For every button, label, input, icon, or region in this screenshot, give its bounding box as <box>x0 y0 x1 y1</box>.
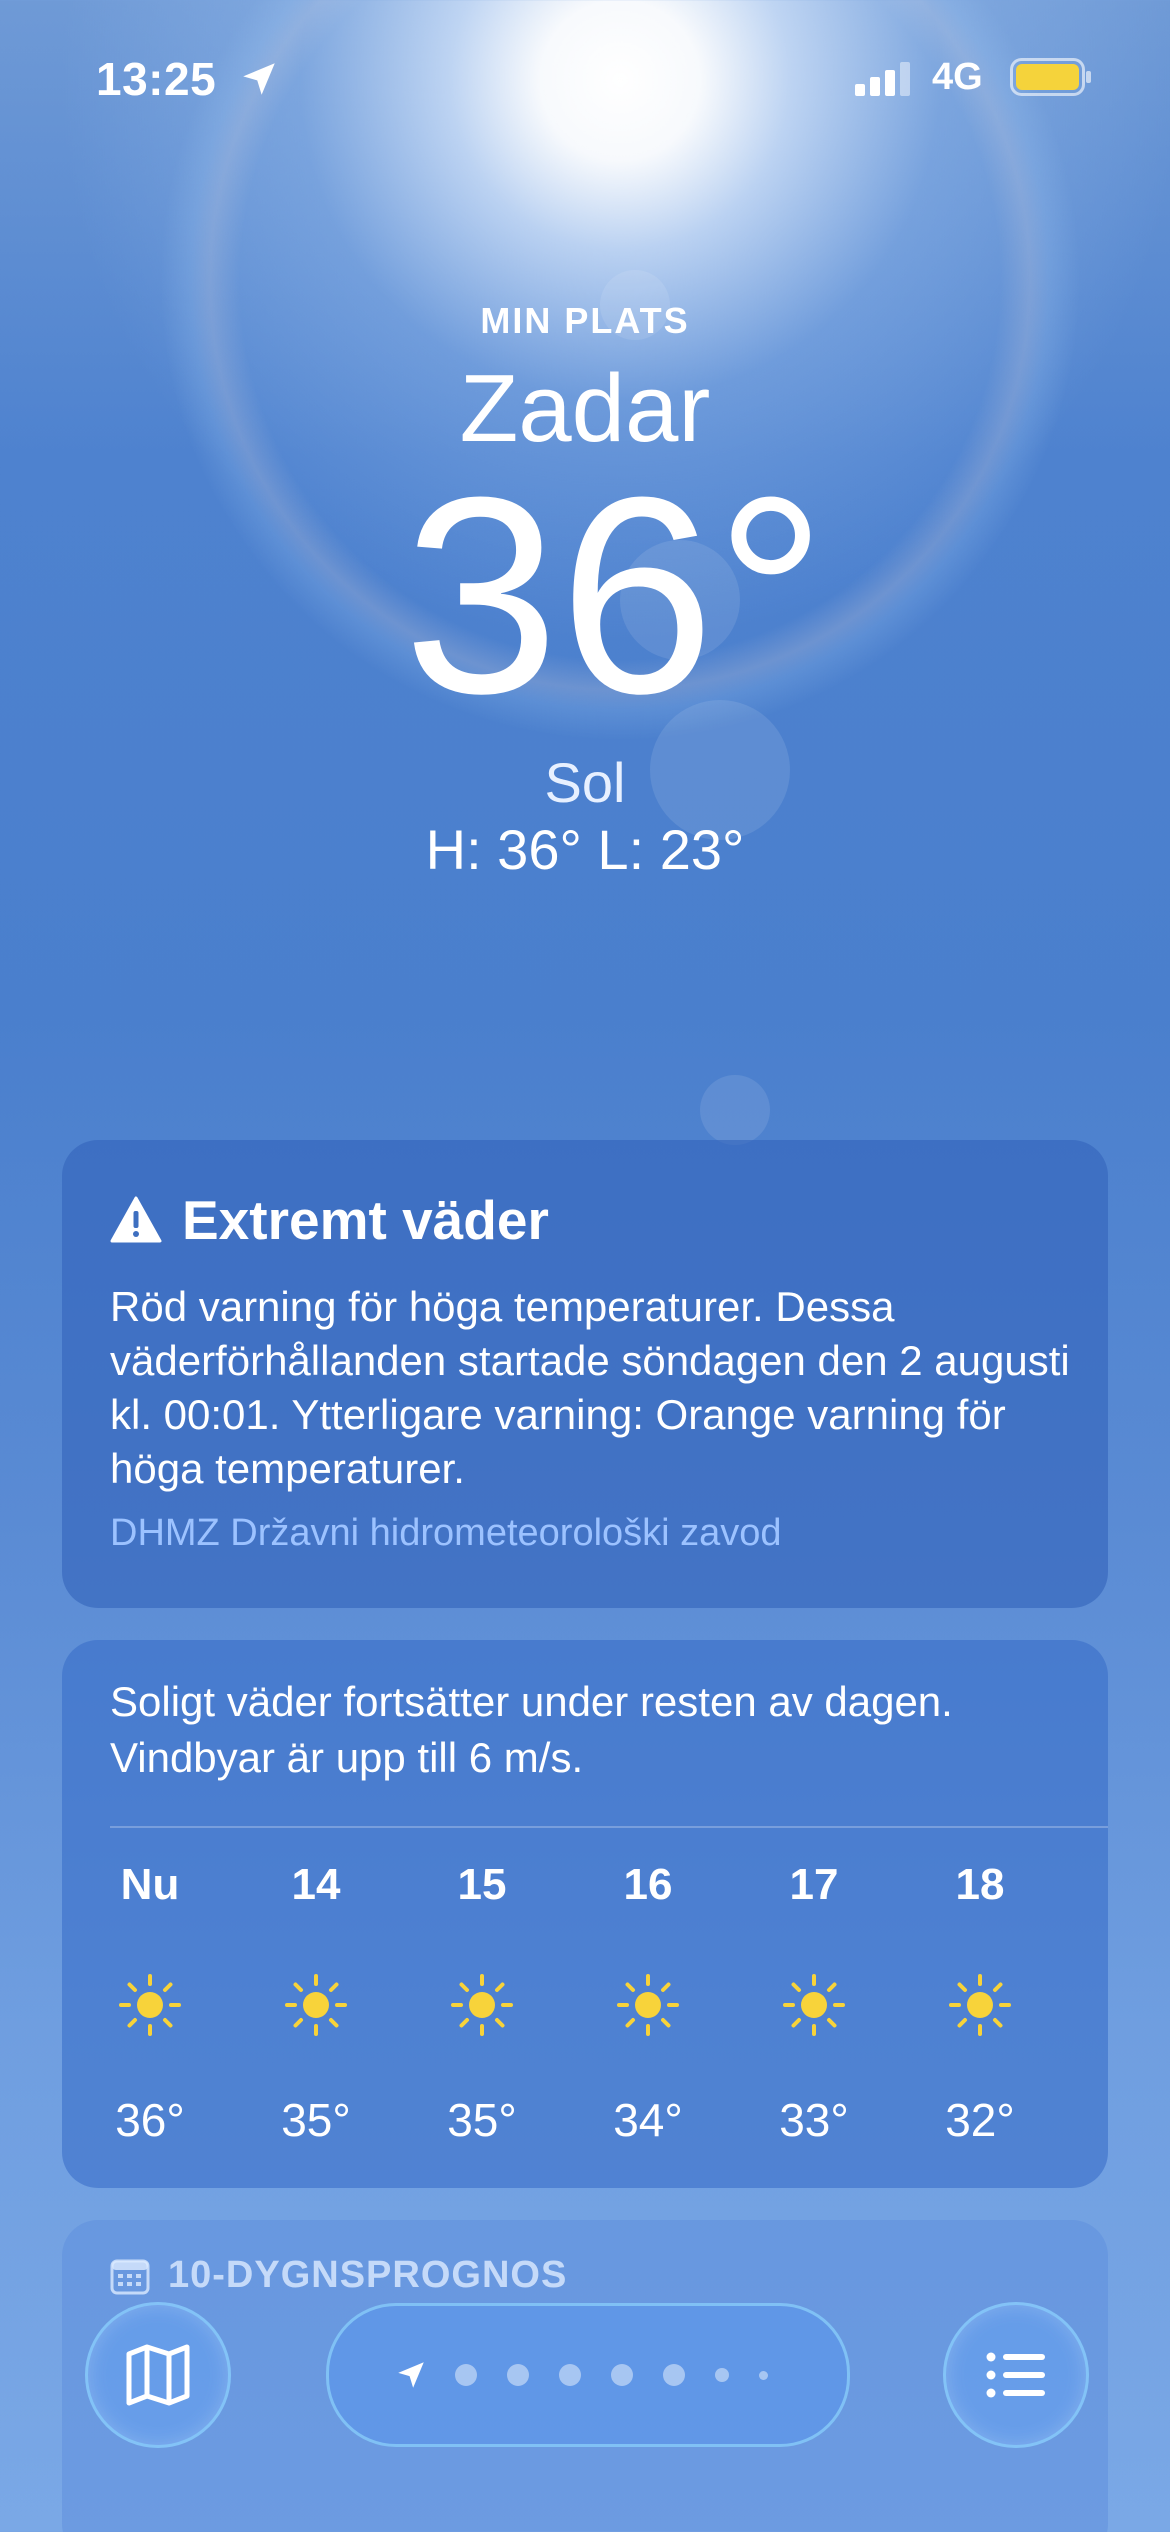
hourly-summary: Soligt väder fortsätter under resten av … <box>110 1678 953 1781</box>
forecast-header-label: 10-DYGNSPROGNOS <box>168 2254 568 2296</box>
page-dot[interactable] <box>506 2364 529 2386</box>
sun-icon <box>617 1974 679 2036</box>
hour-label: 17 <box>789 1860 839 1909</box>
sun-icon <box>451 1974 513 2036</box>
alert-title: Extremt väder <box>110 1188 549 1252</box>
list-button[interactable] <box>943 2302 1089 2448</box>
hour-item: 17 33° <box>744 1860 884 2147</box>
hour-temperature: 34° <box>613 2094 683 2146</box>
location-label: MIN PLATS <box>480 300 690 341</box>
page-dot[interactable] <box>714 2368 729 2382</box>
alert-source[interactable]: DHMZ Državni hidrometeorološki zavod <box>110 1512 782 1555</box>
hour-temperature: 35° <box>447 2094 517 2146</box>
hour-label: 15 <box>457 1860 507 1909</box>
sun-icon <box>285 1974 347 2036</box>
page-dot[interactable] <box>558 2364 581 2386</box>
page-dot[interactable] <box>662 2364 685 2386</box>
hour-item: 15 35° <box>412 1860 552 2147</box>
hour-label: 14 <box>291 1860 341 1909</box>
hour-label: Nu <box>120 1860 180 1909</box>
location-arrow-icon <box>397 2362 424 2388</box>
hour-item: 16 34° <box>578 1860 718 2147</box>
weather-condition: Sol <box>544 751 626 814</box>
alert-description: Röd varning för höga temperaturer. Dessa… <box>110 1283 1070 1492</box>
map-button[interactable] <box>85 2302 231 2448</box>
calendar-icon <box>110 2259 150 2294</box>
page-dot[interactable] <box>610 2364 633 2386</box>
sun-icon <box>949 1974 1011 2036</box>
lens-flare <box>700 1075 770 1145</box>
hour-temperature: 33° <box>779 2094 849 2146</box>
weather-header: MIN PLATS Zadar 36° Sol H: 36° L: 23° <box>0 300 1170 882</box>
high-low-temperature: H: 36° L: 23° <box>425 818 745 881</box>
severe-weather-card[interactable]: Extremt väder Röd varning för höga tempe… <box>62 1140 1108 1608</box>
signal-bars-icon <box>855 62 910 96</box>
status-time: 13:25 <box>96 53 217 105</box>
hour-item: 18 32° <box>910 1860 1050 2147</box>
sun-icon <box>119 1974 181 2036</box>
page-dot[interactable] <box>758 2370 768 2380</box>
page-dot[interactable] <box>454 2364 477 2386</box>
sun-icon <box>783 1974 845 2036</box>
current-temperature: 36° <box>403 440 827 752</box>
location-pager[interactable] <box>326 2303 850 2447</box>
battery-icon <box>1010 58 1091 96</box>
list-icon <box>986 2352 1045 2398</box>
alert-title-text: Extremt väder <box>182 1189 549 1251</box>
forecast-header: 10-DYGNSPROGNOS <box>110 2254 567 2297</box>
map-icon <box>126 2344 190 2406</box>
hour-label: 18 <box>955 1860 1005 1909</box>
divider <box>110 1826 1108 1828</box>
status-bar: 13:25 4G <box>0 48 1170 108</box>
location-arrow-icon <box>243 63 275 95</box>
network-type: 4G <box>932 56 983 98</box>
hour-label: 16 <box>623 1860 673 1909</box>
warning-triangle-icon <box>110 1196 162 1243</box>
hour-item: Nu 36° <box>80 1860 220 2147</box>
hour-temperature: 36° <box>115 2094 185 2146</box>
hour-temperature: 35° <box>281 2094 351 2146</box>
hour-temperature: 32° <box>945 2094 1015 2146</box>
hour-item: 14 35° <box>246 1860 386 2147</box>
hourly-forecast-card[interactable]: Soligt väder fortsätter under resten av … <box>62 1640 1108 2188</box>
